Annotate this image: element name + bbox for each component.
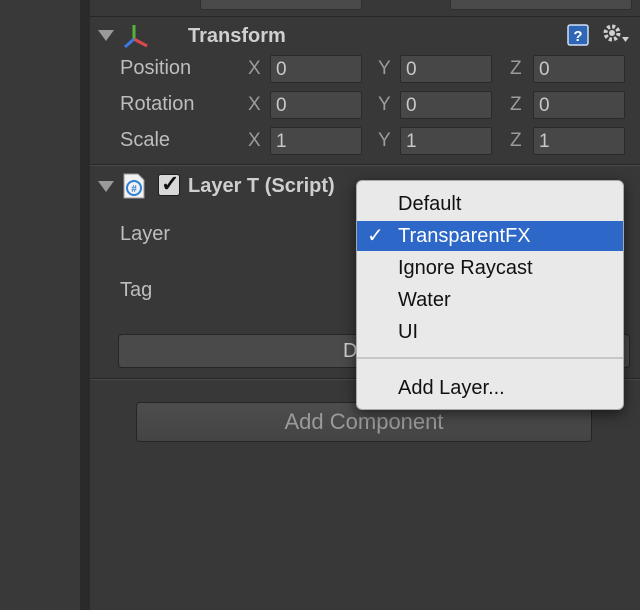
gear-icon[interactable] xyxy=(600,21,630,52)
menu-item-label: Default xyxy=(398,193,462,215)
divider xyxy=(90,16,640,17)
menu-item-transparentfx[interactable]: ✓ TransparentFX xyxy=(357,221,623,251)
position-label: Position xyxy=(120,57,192,79)
component-enabled-checkbox[interactable]: ✓ xyxy=(158,171,180,196)
tag-dropdown[interactable] xyxy=(200,0,362,10)
script-component-title: Layer T (Script) xyxy=(188,175,335,197)
menu-item-ignore-raycast[interactable]: Ignore Raycast xyxy=(357,253,623,283)
menu-separator xyxy=(357,357,623,359)
transform-header[interactable]: Transform ? xyxy=(90,18,640,58)
transform-title: Transform xyxy=(188,25,286,47)
scale-label: Scale xyxy=(120,129,171,151)
layer-dropdown-menu: Default ✓ TransparentFX Ignore Raycast W… xyxy=(356,180,624,410)
tag-field-label: Tag xyxy=(120,279,153,301)
svg-text:#: # xyxy=(131,184,137,195)
position-y-field[interactable]: 0 xyxy=(400,55,492,83)
layer-dropdown[interactable] xyxy=(450,0,632,10)
menu-item-water[interactable]: Water xyxy=(357,285,623,315)
csharp-script-icon: # xyxy=(122,172,146,205)
axis-x-label: X xyxy=(248,58,261,79)
hierarchy-panel xyxy=(0,0,80,610)
rotation-y-field[interactable]: 0 xyxy=(400,91,492,119)
axis-y-label: Y xyxy=(378,58,391,79)
divider xyxy=(90,165,640,166)
position-z-field[interactable]: 0 xyxy=(533,55,625,83)
menu-item-ui[interactable]: UI xyxy=(357,317,623,347)
position-x-field[interactable]: 0 xyxy=(270,55,362,83)
axis-x-label: X xyxy=(248,94,261,115)
panel-splitter[interactable] xyxy=(80,0,90,610)
axis-y-label: Y xyxy=(378,130,391,151)
axis-z-label: Z xyxy=(510,130,522,151)
layer-field-label: Layer xyxy=(120,223,171,245)
rotation-z-field[interactable]: 0 xyxy=(533,91,625,119)
foldout-arrow-icon[interactable] xyxy=(98,30,114,41)
menu-item-label: Water xyxy=(398,289,451,311)
menu-item-default[interactable]: Default xyxy=(357,189,623,219)
rotation-x-field[interactable]: 0 xyxy=(270,91,362,119)
checkmark-icon: ✓ xyxy=(367,225,384,247)
menu-item-label: Ignore Raycast xyxy=(398,257,533,279)
axis-x-label: X xyxy=(248,130,261,151)
menu-item-label: UI xyxy=(398,321,418,343)
scale-x-field[interactable]: 1 xyxy=(270,127,362,155)
rotation-label: Rotation xyxy=(120,93,195,115)
axis-z-label: Z xyxy=(510,94,522,115)
svg-text:?: ? xyxy=(573,28,582,45)
menu-item-add-layer[interactable]: Add Layer... xyxy=(357,373,623,403)
tag-layer-row xyxy=(90,0,640,14)
axis-z-label: Z xyxy=(510,58,522,79)
scale-z-field[interactable]: 1 xyxy=(533,127,625,155)
scale-y-field[interactable]: 1 xyxy=(400,127,492,155)
foldout-arrow-icon[interactable] xyxy=(98,181,114,192)
menu-item-label: TransparentFX xyxy=(398,225,531,247)
axis-y-label: Y xyxy=(378,94,391,115)
help-book-icon[interactable]: ? xyxy=(566,23,590,52)
transform-icon xyxy=(122,22,150,55)
menu-item-label: Add Layer... xyxy=(398,377,505,399)
check-icon: ✓ xyxy=(161,171,180,196)
